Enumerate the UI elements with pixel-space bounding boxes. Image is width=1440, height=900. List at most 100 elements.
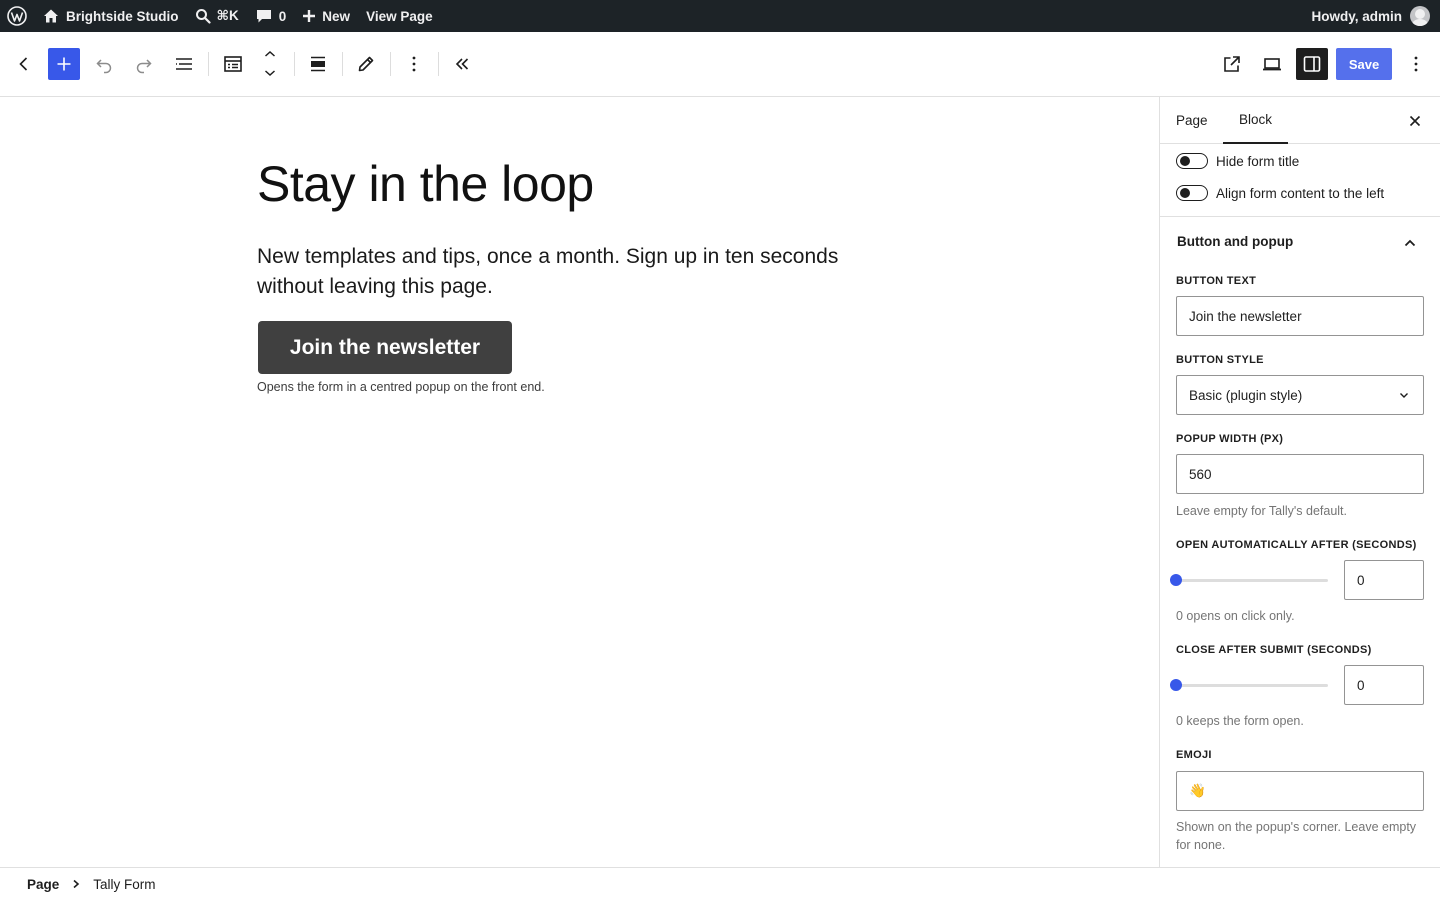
close-after-slider[interactable] bbox=[1170, 675, 1328, 695]
wordpress-logo-button[interactable] bbox=[0, 0, 34, 32]
document-overview-button[interactable] bbox=[168, 48, 200, 80]
settings-sidebar: Page Block Hide form title Align form co… bbox=[1159, 97, 1440, 867]
breadcrumb-item-page[interactable]: Page bbox=[27, 877, 59, 892]
breadcrumb-item-block[interactable]: Tally Form bbox=[93, 877, 155, 892]
plus-icon bbox=[57, 57, 71, 71]
align-button[interactable] bbox=[302, 48, 334, 80]
emoji-label: Emoji bbox=[1176, 749, 1212, 761]
sidebar-icon bbox=[1303, 56, 1321, 72]
panel-divider bbox=[1160, 216, 1440, 217]
list-view-icon bbox=[176, 58, 192, 70]
cta-note: Opens the form in a centred popup on the… bbox=[257, 380, 545, 394]
panel-title[interactable]: Button and popup bbox=[1177, 234, 1293, 249]
emoji-input[interactable]: 👋 bbox=[1176, 771, 1424, 811]
close-after-help: 0 keeps the form open. bbox=[1176, 714, 1304, 728]
close-icon bbox=[1409, 115, 1421, 127]
button-text-label: Button text bbox=[1176, 275, 1257, 287]
comments-count: 0 bbox=[278, 8, 287, 24]
slider-thumb[interactable] bbox=[1170, 574, 1182, 586]
more-vertical-icon bbox=[412, 56, 416, 72]
open-after-help: 0 opens on click only. bbox=[1176, 609, 1295, 623]
toolbar-divider bbox=[390, 52, 391, 76]
button-style-select[interactable]: Basic (plugin style) bbox=[1176, 375, 1424, 415]
block-inserter-button[interactable] bbox=[48, 48, 80, 80]
open-after-slider[interactable] bbox=[1170, 570, 1328, 590]
search-icon bbox=[195, 9, 211, 24]
slider-track bbox=[1176, 684, 1328, 687]
hide-form-title-label: Hide form title bbox=[1216, 153, 1300, 169]
hide-form-title-toggle[interactable] bbox=[1176, 153, 1208, 169]
view-page-label: View Page bbox=[366, 8, 433, 24]
slider-track bbox=[1176, 579, 1328, 582]
chevron-up-icon bbox=[1404, 239, 1416, 247]
toolbar-divider bbox=[294, 52, 295, 76]
form-block-icon bbox=[224, 56, 242, 72]
chevron-down-icon bbox=[1400, 393, 1408, 398]
button-text-input[interactable]: Join the newsletter bbox=[1176, 296, 1424, 336]
back-button[interactable] bbox=[8, 48, 40, 80]
panel-toggle-button[interactable] bbox=[1398, 231, 1422, 255]
editor-canvas[interactable]: Stay in the loop New templates and tips,… bbox=[0, 97, 1159, 867]
external-link-icon bbox=[1224, 56, 1240, 72]
plus-icon bbox=[303, 10, 316, 22]
undo-icon bbox=[96, 59, 112, 74]
chevron-double-left-icon bbox=[455, 58, 469, 70]
chevron-left-icon bbox=[19, 57, 28, 71]
home-icon bbox=[44, 9, 58, 23]
view-page-link[interactable]: View Page bbox=[358, 0, 441, 32]
block-type-button[interactable] bbox=[217, 48, 249, 80]
lead-paragraph[interactable]: New templates and tips, once a month. Si… bbox=[257, 242, 877, 302]
new-label: New bbox=[322, 8, 351, 24]
edit-button[interactable] bbox=[350, 48, 382, 80]
redo-button[interactable] bbox=[128, 48, 160, 80]
tab-page[interactable]: Page bbox=[1160, 97, 1224, 144]
open-after-label: Open automatically after (seconds) bbox=[1176, 539, 1417, 551]
tab-block[interactable]: Block bbox=[1223, 97, 1289, 144]
page-heading[interactable]: Stay in the loop bbox=[257, 155, 594, 213]
command-search-button[interactable]: ⌘K bbox=[187, 0, 247, 32]
breadcrumb: Page Tally Form bbox=[0, 867, 1440, 900]
close-after-input[interactable]: 0 bbox=[1344, 665, 1424, 705]
button-style-label: Button style bbox=[1176, 354, 1264, 366]
site-name: Brightside Studio bbox=[66, 8, 179, 24]
toolbar-divider bbox=[208, 52, 209, 76]
editor-toolbar: Save bbox=[0, 32, 1440, 97]
sidebar-tabs: Page Block bbox=[1160, 97, 1440, 144]
hide-form-title-toggle-row[interactable]: Hide form title bbox=[1176, 153, 1299, 169]
open-after-input[interactable]: 0 bbox=[1344, 560, 1424, 600]
preview-device-button[interactable] bbox=[1256, 48, 1288, 80]
view-page-button[interactable] bbox=[1216, 48, 1248, 80]
move-block-buttons[interactable] bbox=[254, 48, 286, 80]
howdy-label: Howdy, admin bbox=[1311, 8, 1402, 24]
join-newsletter-button[interactable]: Join the newsletter bbox=[258, 321, 512, 374]
site-name-link[interactable]: Brightside Studio bbox=[34, 0, 187, 32]
align-left-toggle-row[interactable]: Align form content to the left bbox=[1176, 185, 1384, 201]
options-menu-button[interactable] bbox=[1400, 48, 1432, 80]
popup-width-input[interactable]: 560 bbox=[1176, 454, 1424, 494]
align-left-toggle[interactable] bbox=[1176, 185, 1208, 201]
undo-button[interactable] bbox=[88, 48, 120, 80]
redo-icon bbox=[136, 59, 152, 74]
settings-sidebar-toggle[interactable] bbox=[1296, 48, 1328, 80]
close-sidebar-button[interactable] bbox=[1403, 109, 1427, 133]
popup-width-label: Popup width (px) bbox=[1176, 433, 1284, 445]
new-content-link[interactable]: New bbox=[294, 0, 358, 32]
comments-link[interactable]: 0 bbox=[247, 0, 295, 32]
save-button[interactable]: Save bbox=[1336, 48, 1392, 80]
comment-icon bbox=[256, 10, 271, 23]
wordpress-icon bbox=[7, 6, 27, 26]
align-left-label: Align form content to the left bbox=[1216, 185, 1385, 201]
slider-thumb[interactable] bbox=[1170, 679, 1182, 691]
move-up-down-icon bbox=[265, 50, 275, 77]
avatar bbox=[1410, 6, 1430, 26]
toolbar-divider bbox=[342, 52, 343, 76]
toolbar-divider bbox=[438, 52, 439, 76]
chevron-right-icon bbox=[73, 879, 80, 889]
collapse-toolbar-button[interactable] bbox=[446, 48, 478, 80]
popup-width-help: Leave empty for Tally's default. bbox=[1176, 504, 1347, 518]
account-menu[interactable]: Howdy, admin bbox=[1311, 6, 1440, 26]
search-shortcut: ⌘K bbox=[216, 8, 239, 23]
align-wide-icon bbox=[311, 56, 325, 72]
more-vertical-icon bbox=[1414, 56, 1418, 72]
block-options-button[interactable] bbox=[398, 48, 430, 80]
